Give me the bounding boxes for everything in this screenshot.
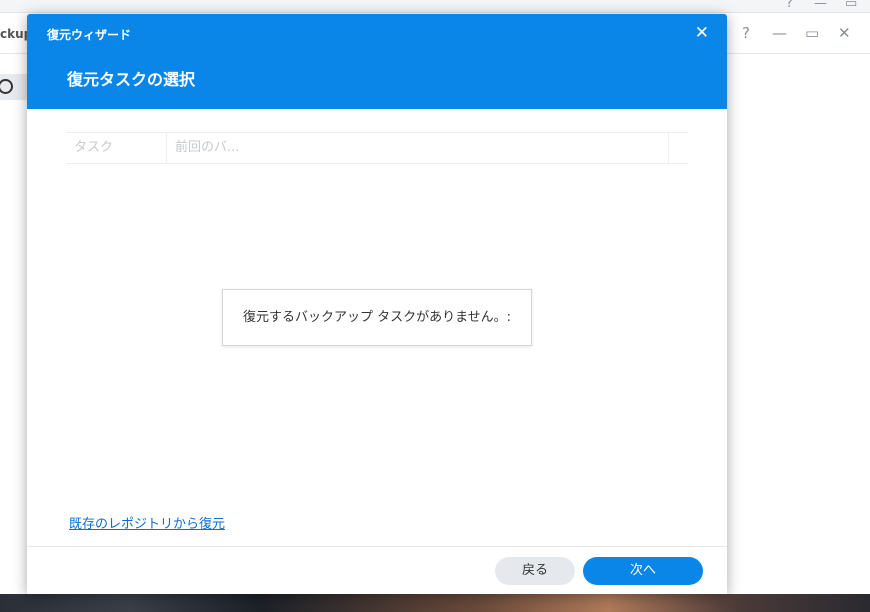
column-header-task[interactable]: タスク — [66, 133, 167, 163]
close-icon[interactable]: ✕ — [838, 24, 851, 42]
restore-wizard-dialog: 復元ウィザード ✕ 復元タスクの選択 タスク 前回のバ... 復元するバックアッ… — [27, 14, 727, 594]
column-header-last-backup[interactable]: 前回のバ... — [167, 133, 669, 163]
page-title: 復元タスクの選択 — [67, 70, 196, 89]
dialog-close-icon[interactable]: ✕ — [695, 23, 709, 43]
parent-minimize-icon[interactable]: — — [814, 0, 827, 11]
dialog-footer: 戻る 次へ — [27, 546, 727, 594]
back-button[interactable]: 戻る — [495, 557, 575, 585]
restore-from-repository-link[interactable]: 既存のレポジトリから復元 — [69, 513, 225, 532]
maximize-icon[interactable]: ▭ — [805, 24, 819, 42]
help-icon[interactable]: ? — [742, 24, 750, 42]
task-grid-header: タスク 前回のバ... — [66, 132, 688, 164]
parent-help-icon[interactable]: ? — [786, 0, 793, 11]
next-button[interactable]: 次へ — [583, 557, 703, 585]
background-app-title: ckup — [0, 27, 28, 41]
minimize-icon[interactable]: — — [772, 24, 787, 42]
parent-maximize-icon[interactable]: ▭ — [845, 0, 857, 11]
empty-state-message: 復元するバックアップ タスクがありません。: — [222, 289, 532, 346]
desktop-wallpaper — [0, 594, 870, 612]
dialog-header: 復元ウィザード ✕ 復元タスクの選択 — [27, 14, 727, 109]
parent-window-strip — [0, 0, 870, 13]
wizard-title: 復元ウィザード — [47, 28, 132, 42]
